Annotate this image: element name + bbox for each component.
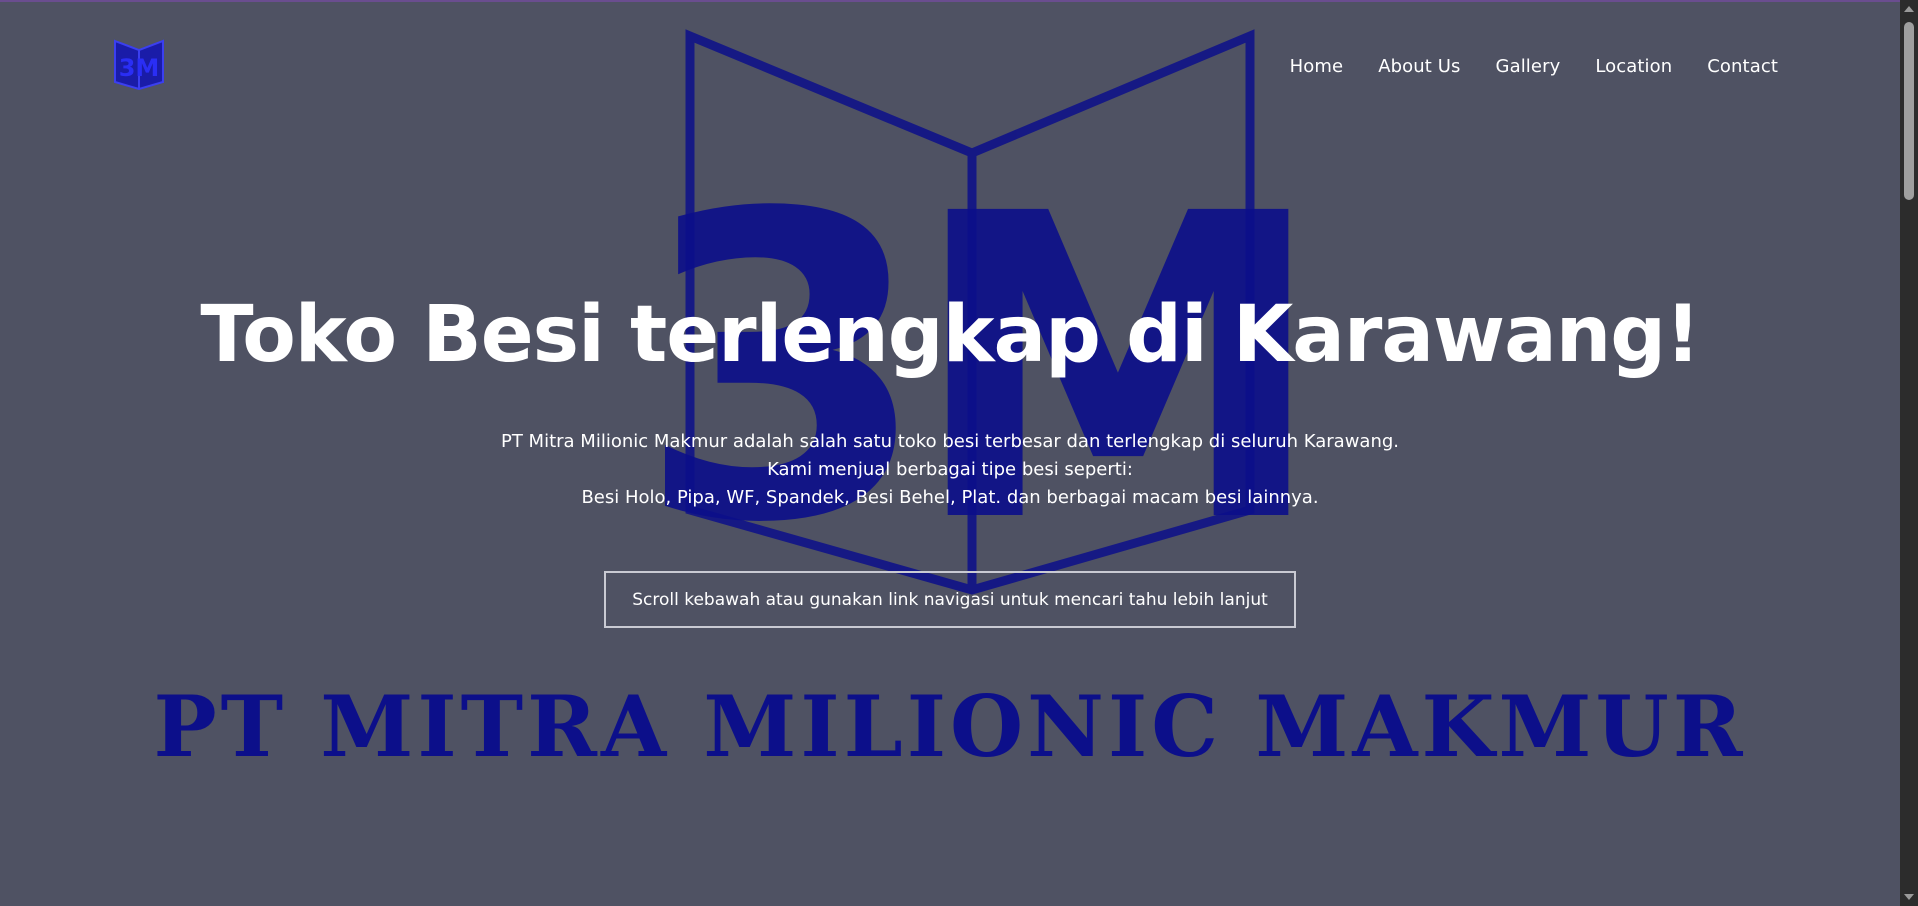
nav-gallery[interactable]: Gallery	[1496, 56, 1561, 77]
nav-contact[interactable]: Contact	[1707, 56, 1778, 77]
nav-location[interactable]: Location	[1595, 56, 1672, 77]
scroll-cta-button[interactable]: Scroll kebawah atau gunakan link navigas…	[604, 571, 1296, 628]
hero-description-line: Besi Holo, Pipa, WF, Spandek, Besi Behel…	[581, 487, 1319, 508]
scrollbar-thumb[interactable]	[1904, 22, 1914, 200]
brand-logo-icon[interactable]: 3M	[112, 38, 166, 90]
scroll-down-arrow-icon[interactable]	[1904, 894, 1914, 900]
nav-about-us[interactable]: About Us	[1378, 56, 1460, 77]
top-accent-line	[0, 0, 1900, 2]
hero-description-line: PT Mitra Milionic Makmur adalah salah sa…	[500, 431, 1399, 452]
hero-description: PT Mitra Milionic Makmur adalah salah sa…	[0, 428, 1900, 512]
hero-description-line: Kami menjual berbagai tipe besi seperti:	[767, 459, 1133, 480]
company-name-banner: PT MITRA MILIONIC MAKMUR	[153, 677, 1747, 776]
brand-logo-text: 3M	[119, 54, 160, 82]
vertical-scrollbar[interactable]	[1900, 0, 1918, 906]
main-nav: Home About Us Gallery Location Contact	[1255, 56, 1778, 77]
hero-title: Toko Besi terlengkap di Karawang!	[200, 290, 1700, 380]
nav-home[interactable]: Home	[1290, 56, 1344, 77]
scroll-up-arrow-icon[interactable]	[1904, 6, 1914, 12]
